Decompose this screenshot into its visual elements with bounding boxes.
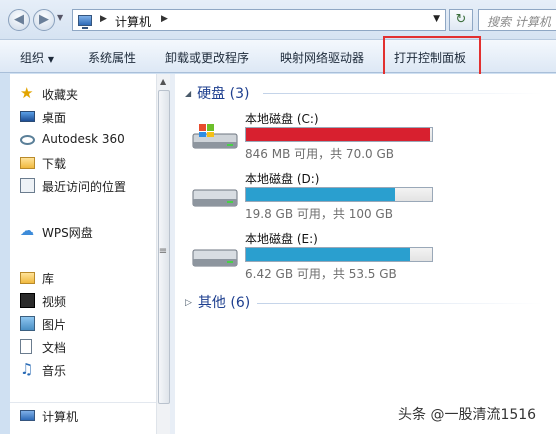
window-frame-edge [0,74,10,434]
address-bar-area: ◀ ▶ ▼ ▶ 计算机 ▶ ▼ ↻ 搜索 计算机 [0,0,556,40]
hard-drive-icon [192,249,238,267]
library-icon [20,272,35,284]
recent-places-icon [20,178,35,193]
nav-divider [10,402,156,403]
drive-d-name: 本地磁盘 (D:) [245,172,320,186]
recent-pages-dropdown[interactable]: ▼ [57,13,63,22]
forward-button[interactable]: ▶ [33,9,55,31]
desktop-icon [20,111,35,122]
hard-disks-group-header[interactable]: ◢ 硬盘 (3) [185,83,249,103]
expand-triangle-icon[interactable]: ▷ [185,298,192,308]
map-network-drive-button[interactable]: 映射网络驱动器 [280,49,364,66]
drive-e-name: 本地磁盘 (E:) [245,232,318,246]
collapse-triangle-icon[interactable]: ◢ [185,89,191,98]
drive-e-usage-bar [245,247,433,262]
navigation-pane: ★ 收藏夹 桌面 Autodesk 360 下载 最近访问的位置 ☁ WPS网盘… [10,74,156,434]
drive-c-usage-bar [245,127,433,142]
drive-c-usage-fill [246,128,430,141]
hard-drive-icon [192,189,238,207]
chevron-right-icon[interactable]: ▶ [100,14,107,24]
star-icon: ★ [20,84,34,102]
drive-d-usage-fill [246,188,396,201]
refresh-button[interactable]: ↻ [449,9,473,31]
downloads-folder-icon [20,157,35,169]
drive-e[interactable]: 本地磁盘 (E:) 6.42 GB 可用，共 53.5 GB [191,230,441,282]
computer-icon [20,410,35,421]
address-dropdown-icon[interactable]: ▼ [433,14,440,24]
drive-c-space-info: 846 MB 可用，共 70.0 GB [245,147,394,161]
back-button[interactable]: ◀ [8,9,30,31]
drive-d-usage-bar [245,187,433,202]
watermark-text: 头条 @一股清流1516 [398,407,537,423]
control-panel-highlight-box [383,36,481,76]
cloud-icon: ☁ [20,223,34,239]
system-properties-button[interactable]: 系统属性 [88,49,136,66]
scroll-up-icon[interactable]: ▲ [160,77,166,86]
scroll-grip-icon: ≡ [158,246,168,257]
search-input[interactable]: 搜索 计算机 [478,9,556,31]
chevron-down-icon: ▼ [47,55,54,64]
group-divider [263,93,543,94]
content-pane: ◢ 硬盘 (3) 本地磁盘 (C:) 846 MB 可用，共 70.0 GB 本地… [175,74,556,434]
drive-d-space-info: 19.8 GB 可用，共 100 GB [245,207,393,221]
chevron-right-icon[interactable]: ▶ [161,14,168,24]
other-group-header[interactable]: ▷ 其他 (6) [185,292,250,312]
autodesk-360-icon [20,135,35,145]
document-icon [20,339,32,354]
music-note-icon: ♫ [20,360,34,378]
organize-menu[interactable]: 组织 ▼ [20,49,54,66]
drive-c[interactable]: 本地磁盘 (C:) 846 MB 可用，共 70.0 GB [191,110,441,162]
breadcrumb-computer[interactable]: 计算机 [115,13,151,30]
drive-e-usage-fill [246,248,410,261]
video-icon [20,293,35,308]
group-divider [257,303,543,304]
drive-c-name: 本地磁盘 (C:) [245,112,319,126]
computer-icon [78,15,92,29]
address-input[interactable]: ▶ 计算机 ▶ ▼ [72,9,446,31]
system-drive-icon [192,124,238,149]
drive-d[interactable]: 本地磁盘 (D:) 19.8 GB 可用，共 100 GB [191,170,441,222]
uninstall-program-button[interactable]: 卸载或更改程序 [165,49,249,66]
drive-e-space-info: 6.42 GB 可用，共 53.5 GB [245,267,397,281]
picture-icon [20,316,35,331]
